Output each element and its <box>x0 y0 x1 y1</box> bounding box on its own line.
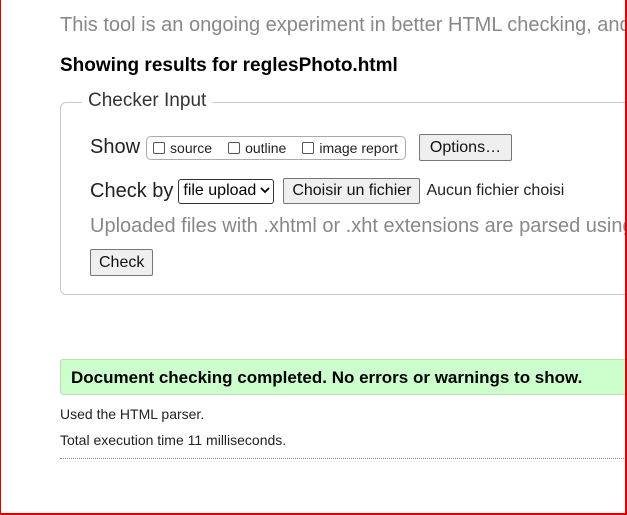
show-outline-option[interactable]: outline <box>228 140 286 156</box>
image-report-checkbox[interactable] <box>302 141 315 154</box>
dotted-divider <box>60 458 627 459</box>
success-message: Document checking completed. No errors o… <box>60 359 627 395</box>
source-checkbox-label[interactable]: source <box>170 140 212 156</box>
show-image-report-option[interactable]: image report <box>302 140 398 156</box>
upload-note: Uploaded files with .xhtml or .xht exten… <box>90 215 627 237</box>
outline-checkbox[interactable] <box>228 141 241 154</box>
check-by-label: Check by <box>90 179 174 202</box>
parser-info: Used the HTML parser. <box>60 406 205 422</box>
options-button[interactable]: Options… <box>418 134 513 161</box>
check-by-select[interactable]: file upload <box>178 178 275 204</box>
check-button[interactable]: Check <box>90 249 154 276</box>
outline-checkbox-label[interactable]: outline <box>245 140 286 156</box>
image-report-checkbox-label[interactable]: image report <box>319 140 398 156</box>
main-content: This tool is an ongoing experiment in be… <box>60 0 627 515</box>
choose-file-button[interactable]: Choisir un fichier <box>283 178 421 204</box>
show-options-group: source outline image report <box>146 135 406 160</box>
checker-input-legend: Checker Input <box>82 90 213 112</box>
intro-text: This tool is an ongoing experiment in be… <box>60 14 627 36</box>
execution-time: Total execution time 11 milliseconds. <box>60 432 287 448</box>
results-heading: Showing results for reglesPhoto.html <box>60 55 398 76</box>
file-status-text: Aucun fichier choisi <box>426 182 565 199</box>
show-row: Show source outline image report Options… <box>90 134 513 161</box>
chevron-down-icon <box>260 185 270 197</box>
source-checkbox[interactable] <box>153 141 166 154</box>
check-by-row: Check by file upload Choisir un fichier … <box>90 178 564 204</box>
show-label: Show <box>90 136 141 158</box>
check-by-selected-value: file upload <box>183 182 257 199</box>
show-source-option[interactable]: source <box>153 140 212 156</box>
